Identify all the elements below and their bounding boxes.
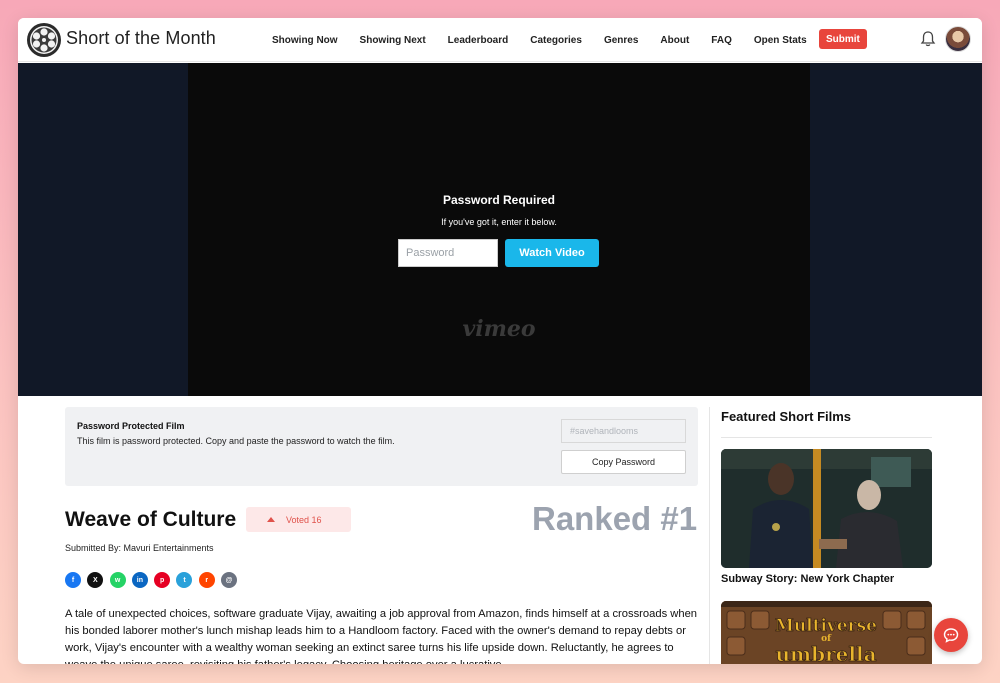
vimeo-player: Password Required If you've got it, ente… <box>188 63 810 396</box>
poster-text-1: Multiverse <box>775 616 877 636</box>
password-code-field[interactable]: #savehandlooms <box>561 419 686 443</box>
telegram-icon[interactable]: t <box>176 572 193 588</box>
featured-title: Featured Short Films <box>721 409 852 424</box>
nav-open-stats[interactable]: Open Stats <box>754 35 807 46</box>
submit-button[interactable]: Submit <box>819 29 867 49</box>
featured-card-image-2[interactable]: Multiverse of umbrella <box>721 601 932 664</box>
nav-categories[interactable]: Categories <box>530 35 582 46</box>
multiverse-of-umbrella-poster: Multiverse of umbrella <box>721 601 932 664</box>
whatsapp-icon[interactable]: w <box>109 572 126 588</box>
featured-card-image[interactable] <box>721 449 932 568</box>
password-required-subtitle: If you've got it, enter it below. <box>441 217 557 227</box>
pinterest-icon[interactable]: p <box>154 572 171 588</box>
subway-story-thumbnail <box>721 449 932 568</box>
facebook-icon[interactable]: f <box>65 572 81 588</box>
nav-genres[interactable]: Genres <box>604 35 638 46</box>
video-password-input[interactable] <box>398 239 498 267</box>
notice-title: Password Protected Film <box>77 421 185 431</box>
reddit-icon[interactable]: r <box>198 572 215 588</box>
watch-video-button[interactable]: Watch Video <box>505 239 599 267</box>
linkedin-icon[interactable]: in <box>131 572 148 588</box>
notice-text: This film is password protected. Copy an… <box>77 436 395 446</box>
poster-text-3: umbrella <box>775 642 876 664</box>
vimeo-watermark: vimeo <box>462 316 536 342</box>
copy-password-button[interactable]: Copy Password <box>561 450 686 474</box>
browser-window: Short of the Month Showing Now Showing N… <box>18 18 982 664</box>
x-icon[interactable]: X <box>87 572 104 588</box>
email-icon[interactable]: @ <box>221 572 238 588</box>
bell-icon[interactable] <box>920 30 936 48</box>
film-title: Weave of Culture <box>65 508 237 531</box>
site-header: Short of the Month Showing Now Showing N… <box>18 18 982 62</box>
upvote-arrow-icon <box>267 517 275 522</box>
nav-showing-next[interactable]: Showing Next <box>360 35 426 46</box>
rank-label: Ranked #1 <box>532 500 698 537</box>
nav-about[interactable]: About <box>660 35 689 46</box>
brand-name[interactable]: Short of the Month <box>66 28 216 49</box>
share-buttons: f X w in p t r @ <box>65 572 243 588</box>
nav-leaderboard[interactable]: Leaderboard <box>448 35 509 46</box>
featured-rule <box>721 437 932 438</box>
film-description: A tale of unexpected choices, software g… <box>65 608 698 664</box>
vote-button[interactable]: Voted 16 <box>246 507 351 532</box>
video-hero: Password Required If you've got it, ente… <box>18 63 982 396</box>
sidebar-divider <box>709 407 710 664</box>
password-required-title: Password Required <box>442 193 556 207</box>
main-nav: Showing Now Showing Next Leaderboard Cat… <box>272 18 829 62</box>
film-reel-logo-icon[interactable] <box>26 22 62 58</box>
vote-count-label: Voted 16 <box>286 514 322 525</box>
user-avatar[interactable] <box>945 26 971 52</box>
featured-card-title[interactable]: Subway Story: New York Chapter <box>721 573 894 585</box>
submitted-by: Submitted By: Mavuri Entertainments <box>65 543 214 553</box>
password-notice: Password Protected Film This film is pas… <box>65 407 698 486</box>
nav-showing-now[interactable]: Showing Now <box>272 35 338 46</box>
chat-bubble-icon <box>943 628 959 643</box>
chat-button[interactable] <box>934 618 968 652</box>
nav-faq[interactable]: FAQ <box>711 35 732 46</box>
